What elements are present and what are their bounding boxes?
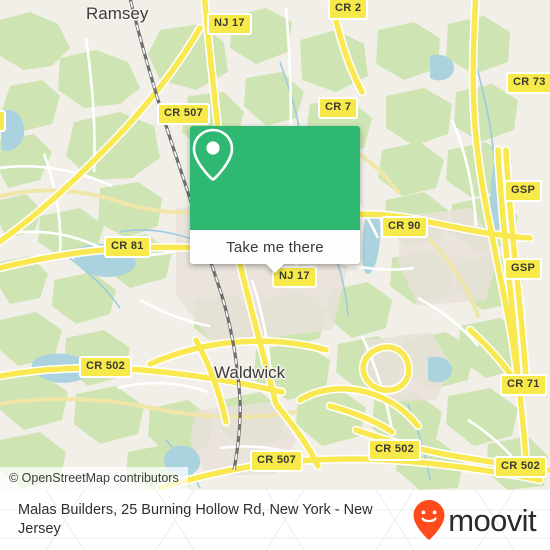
map-canvas[interactable]: Ramsey Waldwick CR 2 NJ 17 CR 73 CR 507 … xyxy=(0,0,550,490)
map-pin-icon xyxy=(192,128,234,181)
route-shield-cr507-s[interactable]: CR 507 xyxy=(250,450,304,472)
location-popup-card[interactable]: Take me there xyxy=(190,126,360,273)
route-shield-cr507-n[interactable]: CR 507 xyxy=(157,103,211,125)
screenshot-root: Ramsey Waldwick CR 2 NJ 17 CR 73 CR 507 … xyxy=(0,0,550,550)
take-me-there-label: Take me there xyxy=(226,238,324,256)
route-shield-cr73[interactable]: CR 73 xyxy=(506,72,550,94)
route-shield-gsp-n[interactable]: GSP xyxy=(504,180,543,202)
moovit-wordmark: moovit xyxy=(448,502,536,538)
popup-header xyxy=(190,126,360,230)
moovit-logo[interactable]: moovit xyxy=(412,499,537,541)
route-shield-cr502-s[interactable]: CR 502 xyxy=(368,439,422,461)
route-shield-cr502-w[interactable]: CR 502 xyxy=(79,356,133,378)
place-label-ramsey: Ramsey xyxy=(86,4,149,23)
route-shield-gsp-s[interactable]: GSP xyxy=(504,258,543,280)
route-shield-nj17-n[interactable]: NJ 17 xyxy=(207,13,252,35)
route-shield-cr90[interactable]: CR 90 xyxy=(381,216,428,238)
route-shield-edge-7[interactable]: 7 xyxy=(0,110,7,132)
route-shield-cr71[interactable]: CR 71 xyxy=(500,374,547,396)
osm-attribution[interactable]: © OpenStreetMap contributors xyxy=(0,467,188,490)
route-shield-cr81[interactable]: CR 81 xyxy=(104,236,151,258)
page-title: Malas Builders, 25 Burning Hollow Rd, Ne… xyxy=(18,502,373,537)
popup-footer[interactable]: Take me there xyxy=(190,230,360,273)
route-shield-cr2[interactable]: CR 2 xyxy=(328,0,369,20)
place-label-waldwick: Waldwick xyxy=(214,363,286,382)
route-shield-cr7[interactable]: CR 7 xyxy=(318,97,359,119)
popup-pointer-tail xyxy=(265,263,285,273)
route-shield-cr502-se[interactable]: CR 502 xyxy=(494,456,548,478)
footer-bar: Malas Builders, 25 Burning Hollow Rd, Ne… xyxy=(0,490,550,550)
moovit-smiley-pin-icon xyxy=(413,500,445,540)
